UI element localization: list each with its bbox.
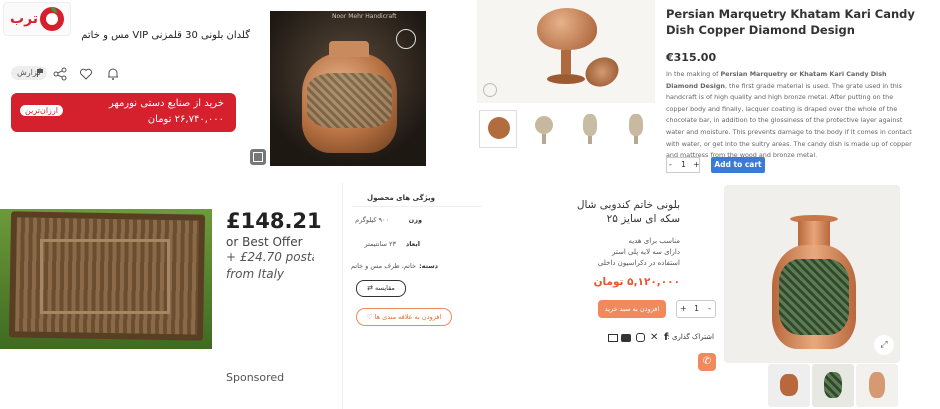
desc-rest: , the first grade material is used. The …	[666, 81, 912, 160]
vase-neck	[329, 41, 369, 57]
share-label: اشتراک گذاری :	[667, 333, 714, 341]
offer-title: خرید از صنایع دستی نورمهر	[108, 98, 224, 109]
torob-logo[interactable]: ترب	[3, 2, 71, 36]
buy-offer-button[interactable]: خرید از صنایع دستی نورمهر ۲۶,۷۴۰,۰۰۰ توم…	[11, 93, 236, 132]
best-offer-label: or Best Offer	[226, 235, 303, 249]
vase-title-line2: سکه ای سایز ۲۵	[606, 213, 680, 225]
torob-panel: ترب گلدان بلونی 30 قلمزنی VIP مس و خاتم …	[0, 0, 460, 178]
photo-watermark: Noor Mehr Handicraft	[332, 13, 397, 20]
feature-1: مناسب برای هدیه	[628, 237, 681, 245]
heart-outline-icon: ♡	[366, 313, 373, 321]
thumbnail-1[interactable]	[479, 110, 517, 148]
vase-main-photo[interactable]: ⤢	[724, 185, 900, 363]
offer-price: ۲۶,۷۴۰,۰۰۰ تومان	[147, 114, 224, 125]
instagram-icon[interactable]	[636, 333, 645, 342]
vase-title-line1: بلونی خاتم کندوبی شال	[576, 199, 680, 211]
thumbnail-2[interactable]	[525, 110, 563, 148]
vase-thumb-1[interactable]	[768, 364, 810, 407]
ebay-price: £148.21	[226, 209, 322, 233]
zoom-icon[interactable]	[483, 83, 497, 97]
report-button[interactable]: گزارش	[11, 66, 47, 80]
candy-dish-lid	[580, 52, 624, 92]
main-product-photo[interactable]	[477, 0, 655, 103]
weight-label: وزن	[408, 216, 422, 224]
category-value: خاتم، ظرف مس و خاتم	[350, 262, 416, 270]
postage-label: + £24.70 postage	[226, 250, 314, 264]
product-title: Persian Marquetry Khatam Kari Candy Dish…	[666, 7, 915, 37]
email-icon[interactable]	[608, 334, 618, 342]
candy-dish-stem	[561, 50, 571, 74]
vase-price: ۵,۱۲۰,۰۰۰ تومان	[593, 276, 680, 288]
cheapest-badge: ارزان‌ترین	[20, 105, 64, 116]
candy-dish-base	[547, 74, 585, 84]
dims-label: ابعاد	[405, 240, 420, 248]
vase-qty-value: 1	[694, 304, 700, 313]
phone-button[interactable]: ✆	[698, 353, 716, 371]
vase-add-cart-button[interactable]: افزودن به سبد خرید	[598, 300, 666, 318]
torob-logo-icon	[40, 7, 64, 31]
wishlist-label: افزودن به علاقه مندی ها	[374, 313, 442, 321]
gallery-icon[interactable]	[250, 149, 266, 165]
vase-qty-minus[interactable]: -	[708, 304, 711, 313]
qty-value: 1	[681, 160, 687, 169]
specs-heading: ویژگی های محصول	[367, 194, 435, 202]
dims-value: ۲۳ سانتیمتر	[364, 240, 396, 248]
candy-dish-body	[537, 8, 597, 50]
category-label: دسته:	[419, 262, 438, 270]
facebook-icon[interactable]: f	[664, 332, 674, 343]
compare-label: مقایسه	[375, 284, 395, 292]
sponsored-label: Sponsored	[226, 371, 285, 384]
ebay-product-photo[interactable]	[0, 209, 212, 349]
desc-intro: In the making of	[666, 70, 721, 78]
expand-icon[interactable]: ⤢	[874, 335, 894, 355]
feature-3: استفاده در دکراسیون داخلی	[597, 259, 680, 267]
brand-seal-icon	[396, 29, 416, 49]
heart-icon[interactable]	[79, 66, 93, 80]
share-icon[interactable]	[53, 66, 67, 81]
torob-logo-text: ترب	[10, 11, 39, 27]
qty-plus-button[interactable]: +	[693, 160, 700, 169]
thumbnail-4[interactable]	[617, 110, 655, 148]
vase-band	[307, 73, 392, 128]
origin-label: from Italy	[226, 267, 285, 281]
vase-qty-plus[interactable]: +	[680, 304, 687, 313]
feature-2: دارای سه لایه پلی استر	[612, 248, 680, 256]
khatam-box-inlay	[40, 239, 170, 314]
x-twitter-icon[interactable]: ✕	[650, 332, 660, 343]
product-description: In the making of Persian Marquetry or Kh…	[666, 69, 916, 162]
ebay-panel: £148.21 or Best Offer + £24.70 postage f…	[0, 183, 340, 409]
compare-button[interactable]: مقایسه ⇄	[356, 280, 406, 297]
product-title: گلدان بلونی 30 قلمزنی VIP مس و خاتم	[81, 30, 250, 41]
quantity-stepper[interactable]: - 1 +	[666, 157, 700, 173]
compare-icon: ⇄	[367, 284, 373, 292]
qty-minus-button[interactable]: -	[669, 160, 672, 169]
vase-thumb-2[interactable]	[812, 364, 854, 407]
specs-panel: ویژگی های محصول وزن ۹۰۰ کیلوگرم ابعاد ۲۳…	[342, 183, 490, 409]
youtube-icon[interactable]	[621, 334, 631, 342]
torob-product-photo[interactable]: Noor Mehr Handicraft	[270, 11, 426, 166]
vase-khatam-band	[779, 259, 849, 335]
thumbnail-3[interactable]	[571, 110, 609, 148]
product-price: €315.00	[666, 51, 717, 64]
vase-thumb-3[interactable]	[856, 364, 898, 407]
wishlist-button[interactable]: افزودن به علاقه مندی ها ♡	[356, 308, 452, 326]
weight-value: ۹۰۰ کیلوگرم	[355, 216, 389, 224]
add-to-cart-button[interactable]: Add to cart	[711, 157, 765, 173]
vase-shop-panel: بلونی خاتم کندوبی شال سکه ای سایز ۲۵ منا…	[490, 183, 940, 409]
bell-icon[interactable]	[106, 66, 120, 80]
english-shop-panel: Persian Marquetry Khatam Kari Candy Dish…	[477, 0, 940, 182]
vase-qty-stepper[interactable]: + 1 -	[676, 300, 716, 318]
flag-icon	[37, 69, 43, 77]
